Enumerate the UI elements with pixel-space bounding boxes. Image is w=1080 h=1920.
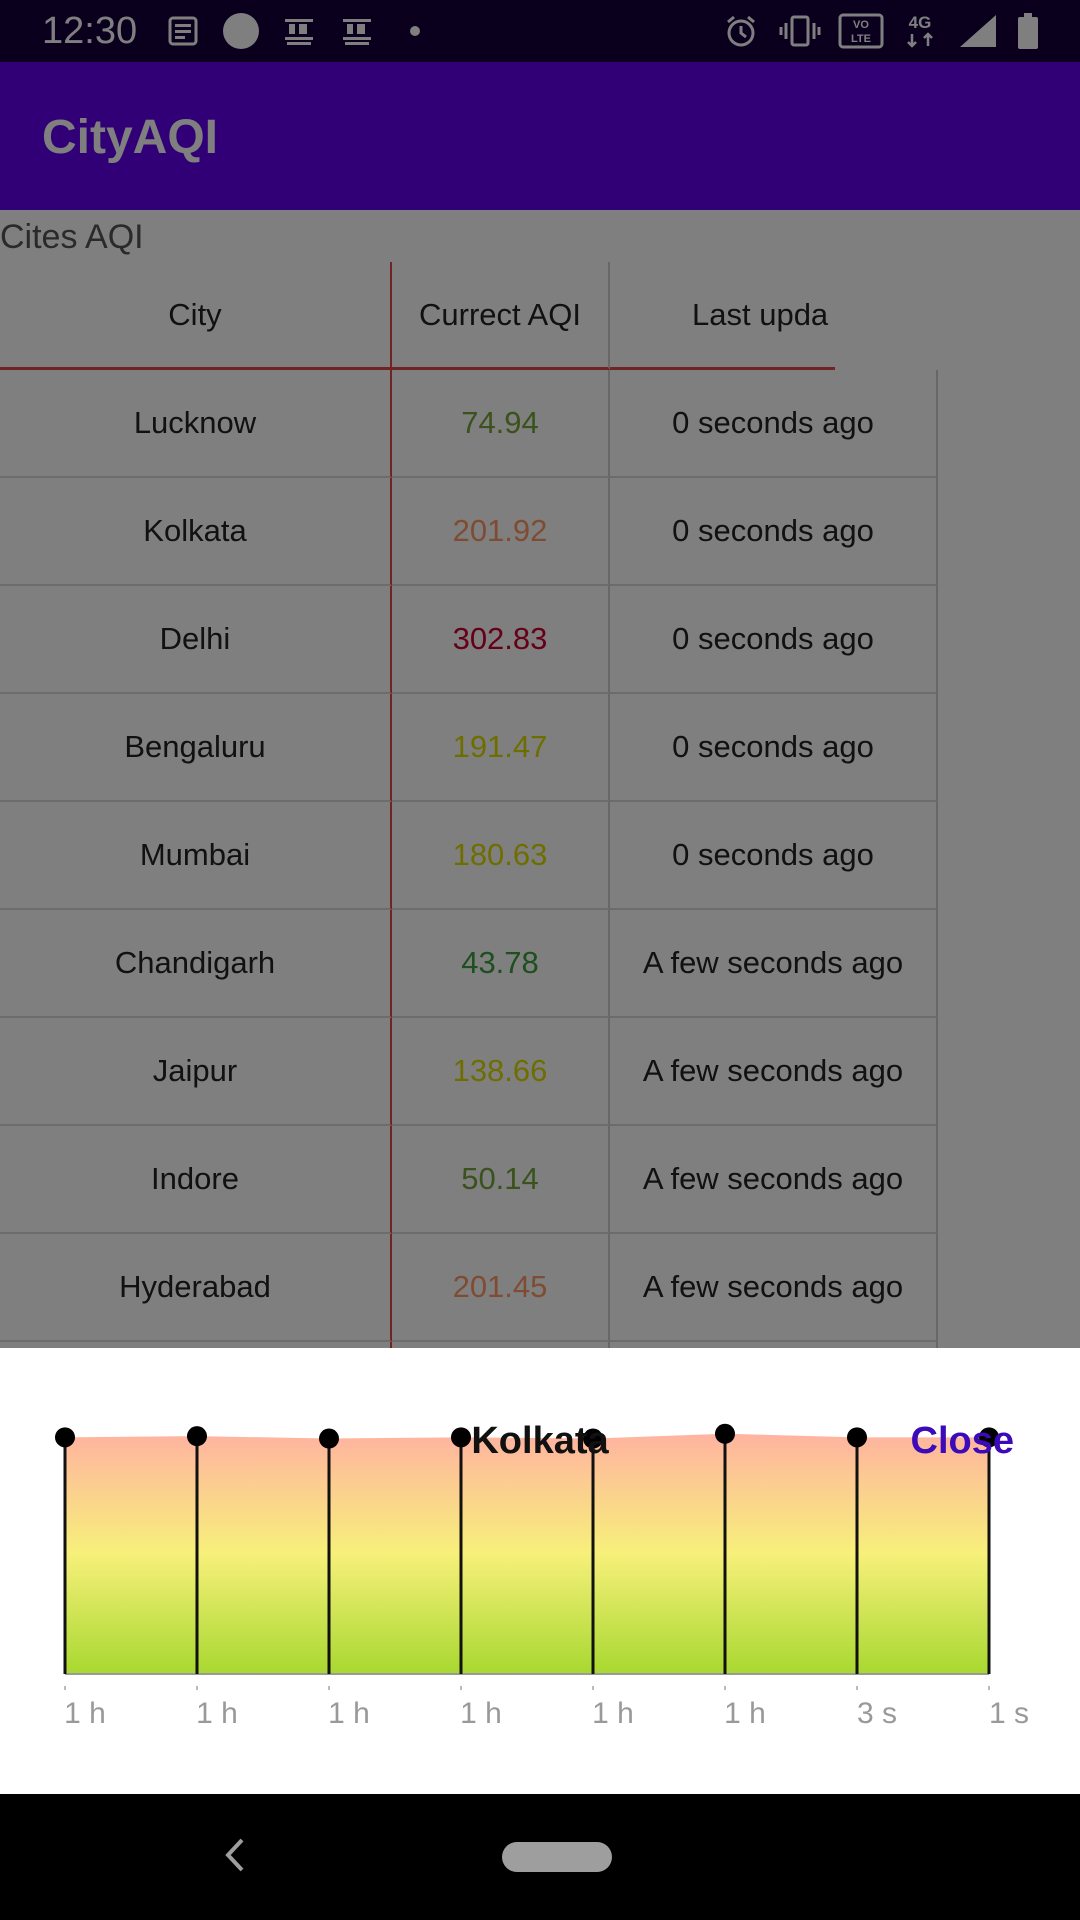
x-label: 1 h <box>592 1697 634 1730</box>
close-button[interactable]: Close <box>911 1418 1014 1464</box>
back-icon[interactable] <box>214 1830 254 1880</box>
x-label: 1 h <box>196 1697 238 1730</box>
city-detail-sheet: 200201199200199203200200 1 h1 h1 h1 h1 h… <box>0 1348 1080 1794</box>
x-label: 1 h <box>328 1697 370 1730</box>
home-pill-icon[interactable] <box>502 1842 612 1872</box>
aqi-area <box>65 1433 989 1674</box>
x-label: 1 s <box>989 1697 1029 1730</box>
x-label: 1 h <box>460 1697 502 1730</box>
x-label: 1 h <box>64 1697 106 1730</box>
aqi-history-chart: 200201199200199203200200 1 h1 h1 h1 h1 h… <box>55 1423 1029 1730</box>
x-label: 3 s <box>857 1697 897 1730</box>
dim-overlay[interactable] <box>0 0 1080 1348</box>
x-label: 1 h <box>724 1697 766 1730</box>
